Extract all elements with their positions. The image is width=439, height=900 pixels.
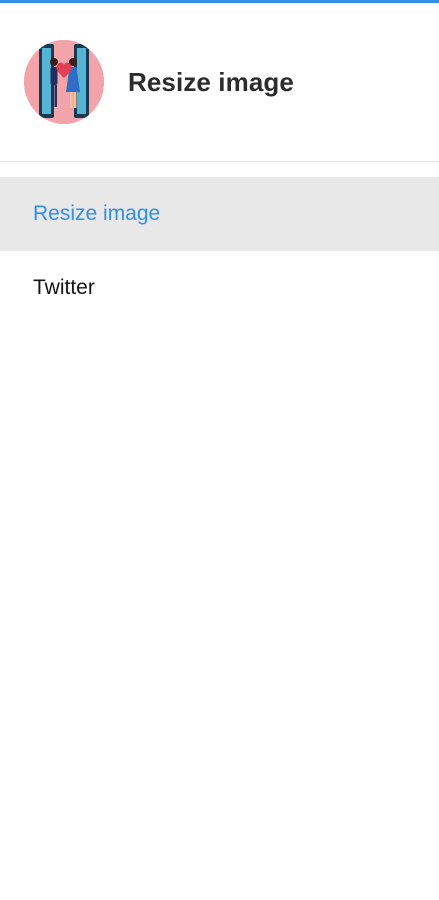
drawer-menu: Resize image Twitter [0, 177, 439, 325]
drawer-header: Resize image [0, 3, 439, 161]
menu-item-resize-image[interactable]: Resize image [0, 177, 439, 251]
menu-item-label: Resize image [33, 202, 161, 225]
navigation-drawer: Resize image Resize image Twitter [0, 0, 439, 900]
couple-phones-heart-icon [24, 40, 104, 124]
menu-item-label: Twitter [33, 276, 95, 299]
menu-item-twitter[interactable]: Twitter [0, 251, 439, 325]
header-title: Resize image [128, 66, 294, 97]
header-divider [0, 161, 439, 162]
avatar [24, 40, 104, 124]
